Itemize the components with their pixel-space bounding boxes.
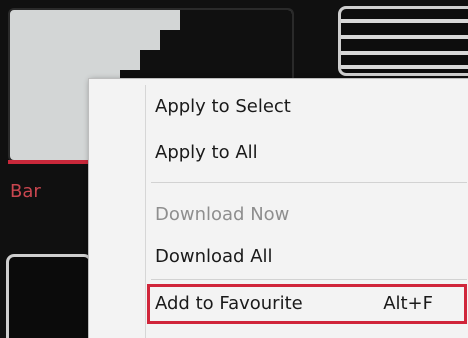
line-stroke (341, 35, 468, 39)
selection-underline (8, 160, 88, 164)
app-canvas: Bar Apply to Select Apply to All Downloa… (0, 0, 468, 338)
line-stroke (341, 51, 468, 55)
thumbnail-label-bar[interactable]: Bar (10, 181, 41, 202)
menu-icon-gutter (145, 85, 146, 338)
line-stroke (341, 65, 468, 69)
stair-shape (140, 50, 292, 70)
menu-item-download-now: Download Now (155, 204, 290, 225)
stair-shape (180, 10, 292, 30)
stair-shape (160, 30, 292, 50)
line-stroke (341, 19, 468, 23)
menu-item-apply-to-all[interactable]: Apply to All (155, 139, 258, 167)
menu-item-apply-to-select[interactable]: Apply to Select (155, 93, 291, 121)
menu-item-download-all[interactable]: Download All (155, 243, 273, 271)
context-menu: Apply to Select Apply to All Download No… (88, 78, 468, 338)
thumbnail-preview-dark[interactable] (6, 254, 92, 338)
menu-item-add-to-favourite[interactable]: Add to Favourite (155, 290, 303, 318)
menu-separator (151, 279, 467, 280)
menu-separator (151, 182, 467, 183)
thumbnail-preview-lines[interactable] (338, 6, 468, 76)
menu-shortcut-label: Alt+F (383, 293, 433, 314)
